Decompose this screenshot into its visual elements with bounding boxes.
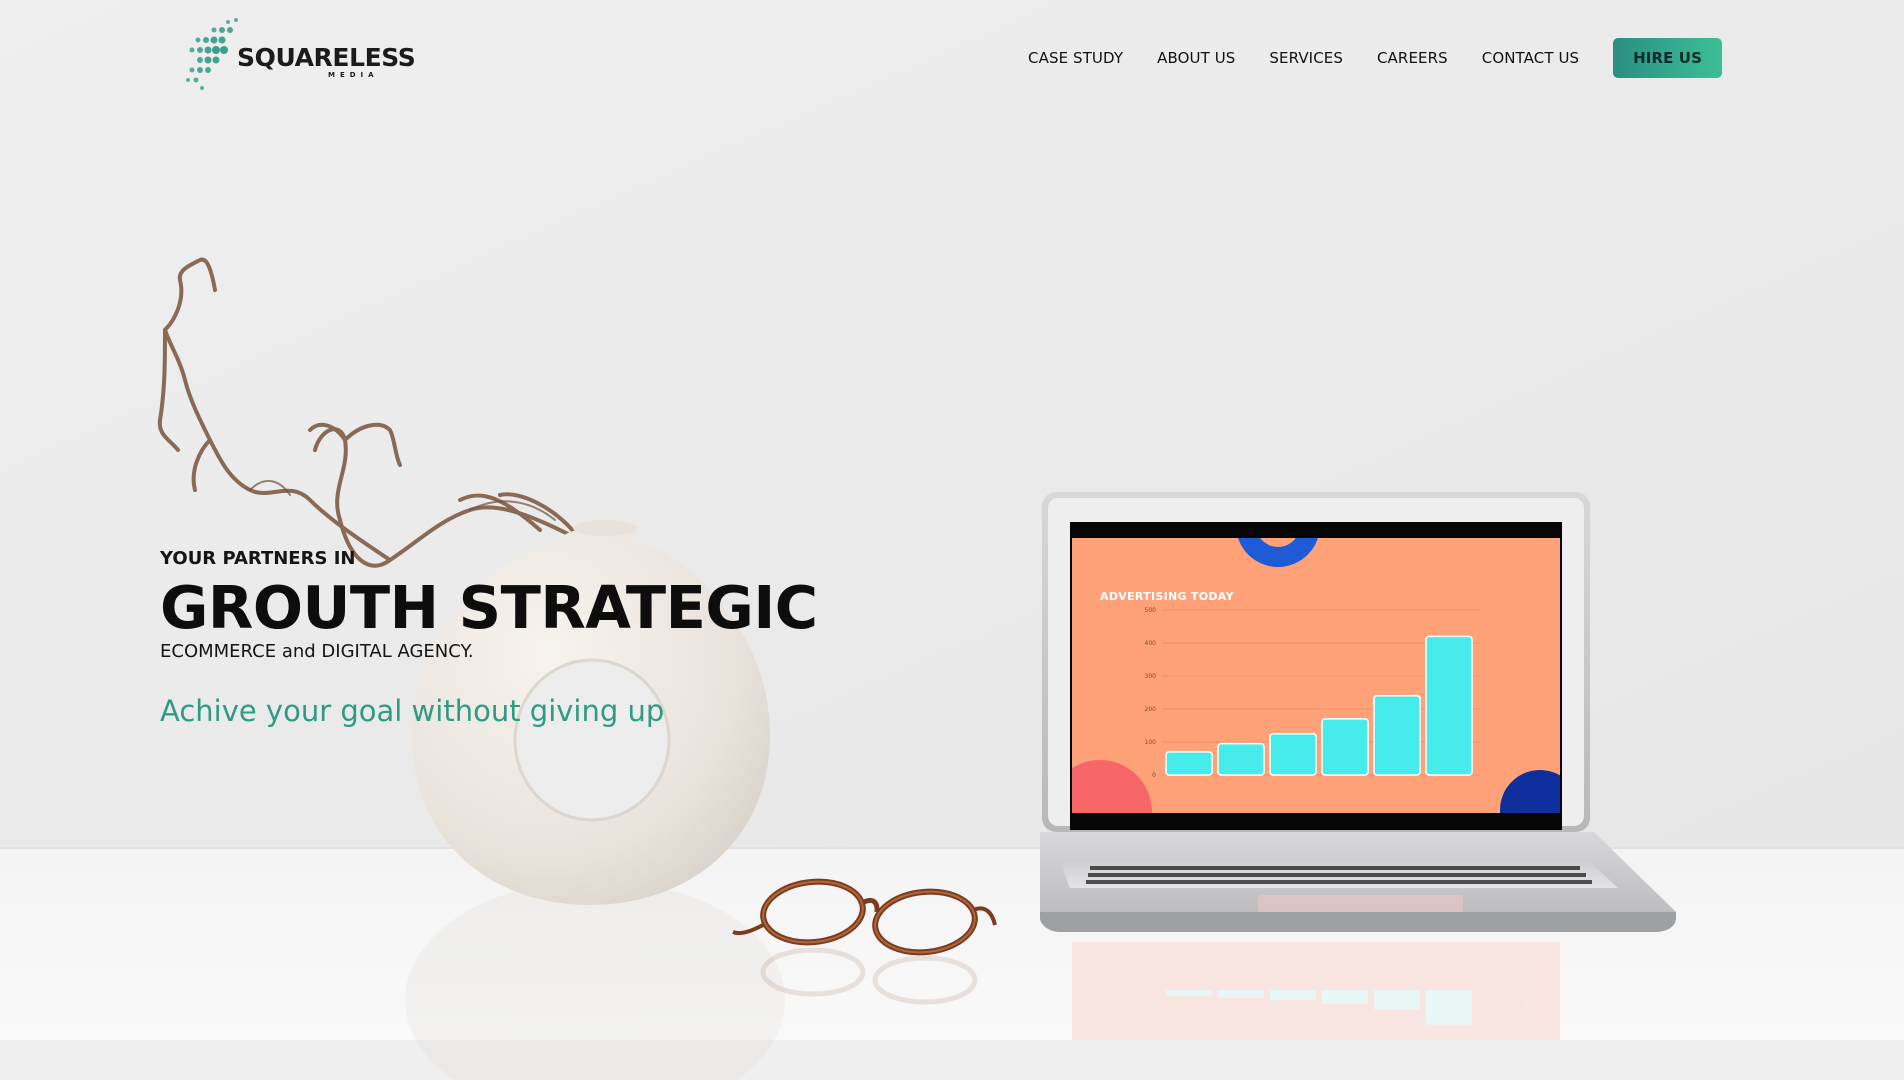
logo-dot — [226, 20, 230, 24]
screen-bar — [1269, 733, 1317, 776]
logo-dot — [227, 27, 233, 33]
logo-dot — [189, 67, 195, 73]
nav-case-study[interactable]: CASE STUDY — [1028, 49, 1123, 67]
logo-dot — [204, 56, 212, 64]
screen-bar — [1425, 635, 1473, 776]
logo-dot — [220, 46, 228, 54]
logo-dot — [211, 27, 217, 33]
logo-dot — [193, 77, 199, 83]
logo-dot — [203, 37, 209, 43]
logo-dot — [212, 56, 220, 64]
logo-dot — [210, 36, 218, 44]
brand-subname: MEDIA — [328, 71, 379, 79]
screen-bar-reflection — [1426, 990, 1472, 1025]
logo-dot — [212, 46, 220, 54]
nav-about-us[interactable]: ABOUT US — [1157, 49, 1235, 67]
screen-tick-label: 200 — [1145, 706, 1157, 713]
logo-dot — [205, 67, 211, 73]
screen-bar-reflection — [1166, 990, 1212, 996]
brand-name: SQUARELESS — [237, 43, 416, 72]
logo-dot — [197, 57, 203, 63]
logo-dot — [204, 46, 212, 54]
screen-bar — [1373, 695, 1421, 776]
nav-services[interactable]: SERVICES — [1269, 49, 1343, 67]
logo-dot — [219, 27, 225, 33]
screen-tick-label: 300 — [1145, 673, 1157, 680]
screen-bar-reflection — [1270, 990, 1316, 1001]
laptop-screen-title: ADVERTISING TODAY — [1100, 590, 1234, 603]
logo-dot — [218, 36, 226, 44]
screen-bar — [1217, 742, 1265, 776]
screen-tick-label: 0 — [1152, 772, 1156, 779]
brand-logo[interactable]: SQUARELESS MEDIA — [184, 16, 416, 96]
screen-bar-reflection — [1322, 990, 1368, 1005]
nav-careers[interactable]: CAREERS — [1377, 49, 1448, 67]
hire-us-button[interactable]: HIRE US — [1613, 38, 1722, 78]
screen-tick-label: 100 — [1145, 739, 1157, 746]
screen-bar-reflection — [1374, 990, 1420, 1010]
screen-tick-label: 500 — [1145, 607, 1157, 614]
screen-bar — [1321, 718, 1369, 776]
hero-headline: GROUTH STRATEGIC — [160, 573, 818, 642]
logo-dot — [189, 47, 195, 53]
screen-tick-label: 400 — [1145, 640, 1157, 647]
nav-contact-us[interactable]: CONTACT US — [1482, 49, 1579, 67]
screen-bar-reflection — [1218, 990, 1264, 998]
hero-tagline: Achive your goal without giving up — [160, 694, 665, 728]
site-header: SQUARELESS MEDIA CASE STUDY ABOUT US SER… — [0, 0, 1904, 120]
main-nav: CASE STUDY ABOUT US SERVICES CAREERS CON… — [1028, 38, 1722, 78]
logo-dot — [195, 37, 201, 43]
logo-dot — [234, 18, 238, 22]
logo-dot — [197, 47, 203, 53]
logo-dot — [200, 86, 204, 90]
hero-subline: ECOMMERCE and DIGITAL AGENCY. — [160, 641, 474, 662]
hero-background-photo: 500 400 300 200 100 0 — [0, 0, 1904, 1080]
hero-eyebrow: YOUR PARTNERS IN — [160, 548, 356, 569]
screen-bar — [1165, 751, 1213, 776]
logo-dot — [197, 67, 203, 73]
logo-dot — [186, 78, 190, 82]
